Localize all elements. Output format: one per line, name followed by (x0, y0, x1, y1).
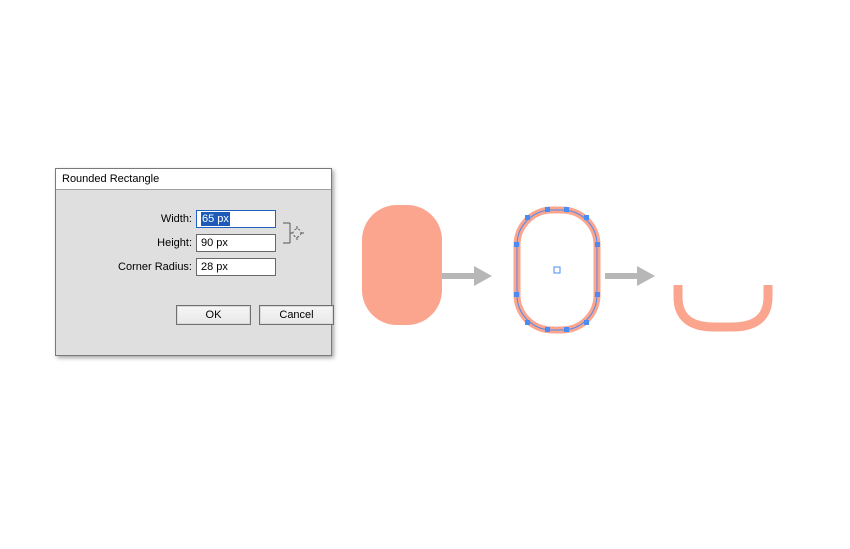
constrain-proportions-icon[interactable] (282, 221, 304, 245)
radius-row: Corner Radius: 28 px (66, 258, 321, 276)
height-input[interactable]: 90 px (196, 234, 276, 252)
radius-value: 28 px (201, 261, 228, 273)
width-input[interactable]: 65 px (196, 210, 276, 228)
dialog-title: Rounded Rectangle (56, 169, 331, 190)
selected-path-shape (507, 200, 607, 353)
radius-input[interactable]: 28 px (196, 258, 276, 276)
height-value: 90 px (201, 237, 228, 249)
dialog-buttons: OK Cancel (176, 305, 334, 325)
arrow-icon (442, 266, 492, 286)
radius-label: Corner Radius: (66, 261, 196, 273)
rounded-rectangle-dialog: Rounded Rectangle Width: 65 px Height: 9… (55, 168, 332, 356)
arrow-icon (605, 266, 655, 286)
height-label: Height: (66, 237, 196, 249)
bottom-arc-shape (668, 265, 778, 348)
width-value: 65 px (201, 212, 230, 226)
width-label: Width: (66, 213, 196, 225)
filled-rounded-rectangle-shape (357, 200, 447, 343)
dialog-body: Width: 65 px Height: 90 px Corner Radius… (56, 190, 331, 355)
cancel-button[interactable]: Cancel (259, 305, 334, 325)
ok-button[interactable]: OK (176, 305, 251, 325)
